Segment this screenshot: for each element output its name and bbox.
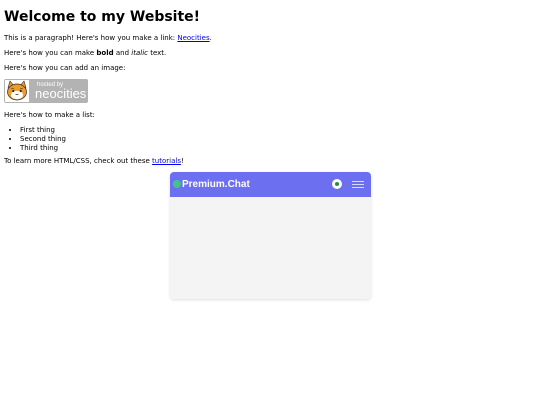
status-dot-icon	[335, 182, 339, 186]
tutorials-text: To learn more HTML/CSS, check out these	[4, 157, 153, 165]
hamburger-menu-icon[interactable]	[352, 180, 364, 189]
list-item: First thing	[20, 126, 66, 135]
paragraph-link: This is a paragraph! Here's how you make…	[4, 34, 212, 43]
list-item: Third thing	[20, 144, 66, 153]
formatting-text-start: Here's how you can make	[4, 49, 97, 57]
page-title: Welcome to my Website!	[4, 9, 201, 25]
list-item: Second thing	[20, 135, 66, 144]
chat-title: Premium.Chat	[182, 179, 250, 190]
bold-text: bold	[96, 49, 114, 57]
tutorials-link[interactable]: tutorials	[152, 157, 181, 165]
formatting-text-end: text.	[147, 49, 167, 57]
premium-chat-widget[interactable]: Premium.Chat	[170, 172, 371, 299]
chat-header[interactable]: Premium.Chat	[170, 172, 371, 197]
neocities-link[interactable]: Neocities	[177, 34, 209, 42]
italic-text: italic	[131, 49, 148, 57]
online-status-icon	[332, 179, 342, 189]
neocities-cat-icon	[5, 80, 29, 102]
chat-body	[170, 197, 371, 299]
paragraph-image: Here's how you can add an image:	[4, 64, 126, 72]
formatting-text-mid: and	[113, 49, 132, 57]
neocities-badge-image: hosted by neocities	[4, 79, 88, 103]
paragraph-end: .	[209, 34, 212, 42]
tutorials-end: !	[180, 157, 184, 165]
chat-logo-icon	[173, 180, 181, 188]
paragraph-list: Here's how to make a list:	[4, 111, 95, 119]
example-list: First thing Second thing Third thing	[4, 126, 66, 153]
paragraph-tutorials: To learn more HTML/CSS, check out these …	[4, 157, 184, 166]
paragraph-text: This is a paragraph! Here's how you make…	[4, 34, 178, 42]
badge-neocities-text: neocities	[35, 86, 87, 101]
paragraph-formatting: Here's how you can make bold and italic …	[4, 49, 166, 58]
